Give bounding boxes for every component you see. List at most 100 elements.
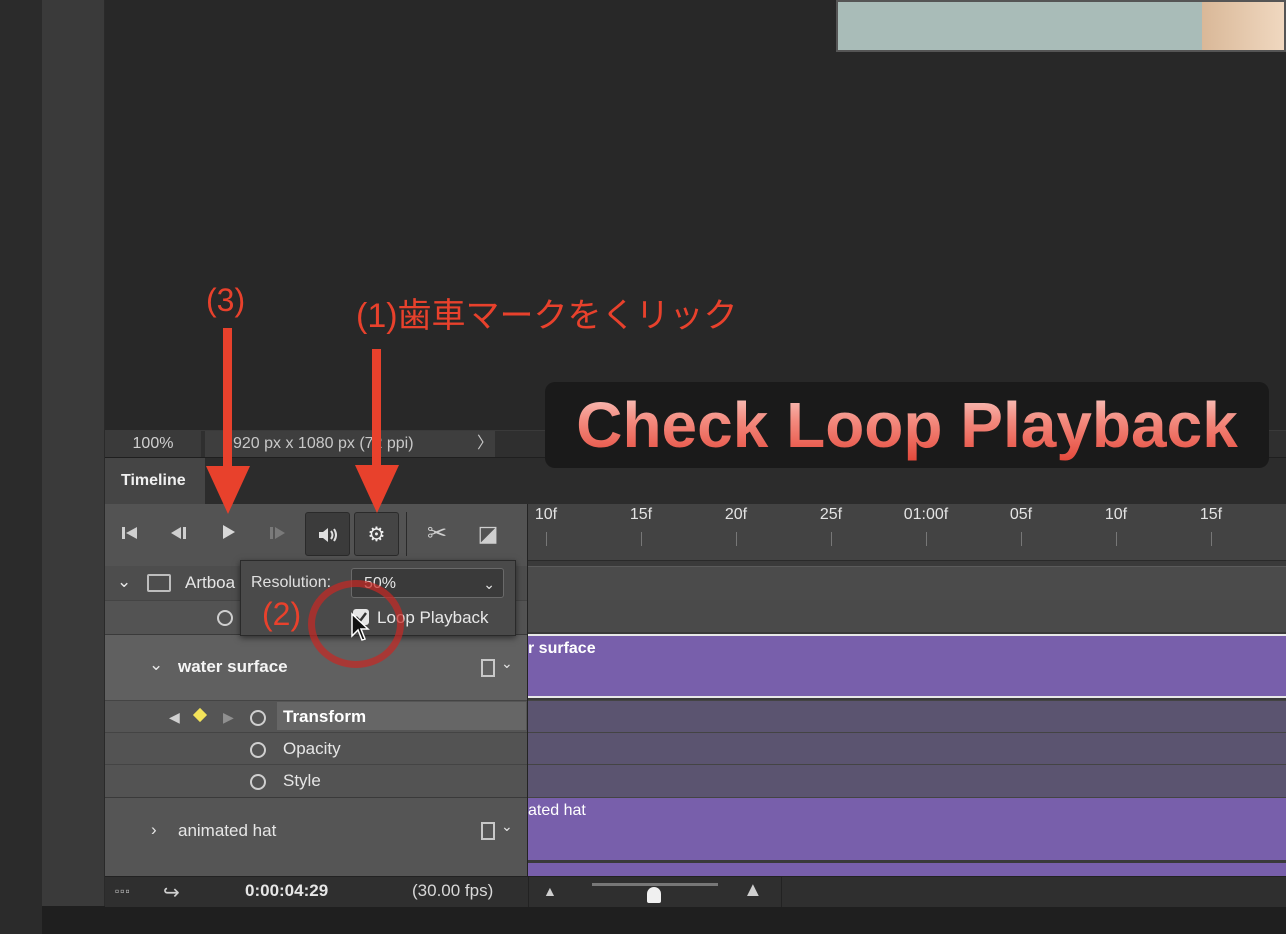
stopwatch-icon[interactable]: [250, 742, 266, 758]
banner-text: Check Loop Playback: [545, 382, 1269, 468]
play-button[interactable]: [212, 512, 244, 556]
footer-divider: [528, 877, 529, 907]
ruler-tick-label: 01:00f: [903, 506, 949, 523]
property-label: Opacity: [283, 739, 341, 758]
film-icon[interactable]: [481, 659, 495, 677]
stopwatch-icon[interactable]: [250, 774, 266, 790]
title-banner: Check Loop Playback: [545, 382, 1269, 468]
stopwatch-icon[interactable]: [217, 610, 233, 626]
artboard-name: Artboa: [185, 573, 236, 592]
zoom-slider-track[interactable]: [592, 883, 718, 886]
settings-button[interactable]: ⚙: [354, 512, 399, 556]
time-ruler[interactable]: 10f 15f 20f 25f 01:00f 05f 10f 15f: [528, 504, 1286, 561]
ruler-tick-line: [546, 532, 547, 546]
ruler-tick-label: 10f: [1104, 506, 1128, 523]
folder-icon: [147, 574, 171, 592]
tab-timeline[interactable]: Timeline: [105, 458, 205, 504]
step2-label: (2): [262, 596, 302, 632]
speaker-icon: [318, 528, 337, 542]
keyframe-diamond-icon[interactable]: [192, 707, 208, 723]
zoom-level[interactable]: 100%: [105, 431, 201, 457]
ruler-tick-label: 10f: [534, 506, 558, 523]
canvas-image: [836, 0, 1286, 52]
ruler-tick-label: 15f: [629, 506, 653, 523]
prev-frame-button[interactable]: [162, 512, 194, 556]
ruler-tick-line: [641, 532, 642, 546]
zoom-in-icon[interactable]: ▲: [743, 879, 763, 902]
ruler-tick-label: 05f: [1009, 506, 1033, 523]
arrow-step3: [223, 328, 232, 468]
property-label: Transform: [283, 707, 367, 726]
frame-rate: (30.00 fps): [412, 881, 494, 900]
step1-label: (1)歯車マークをくリック: [356, 297, 738, 335]
next-keyframe-icon[interactable]: ▶: [223, 709, 234, 726]
clip-animated-hat[interactable]: ated hat: [528, 797, 1286, 860]
ruler-tick-line: [831, 532, 832, 546]
footer-divider: [781, 877, 782, 907]
play-icon: [223, 525, 235, 539]
current-timecode[interactable]: 0:00:04:29: [245, 881, 328, 901]
clip-next: [528, 863, 1286, 876]
clip-water-surface[interactable]: r surface: [528, 634, 1286, 698]
layer-name: water surface: [178, 657, 288, 676]
ruler-tick-line: [1211, 532, 1212, 546]
first-frame-button[interactable]: [114, 512, 146, 556]
panel-divider: [527, 504, 528, 906]
stopwatch-icon[interactable]: [250, 710, 266, 726]
next-frame-icon: [270, 527, 285, 539]
ruler-tick-line: [926, 532, 927, 546]
left-edge: [0, 0, 42, 934]
layer-row-next: [105, 863, 527, 876]
transition-button[interactable]: ◪: [471, 512, 505, 556]
first-frame-icon: [122, 527, 137, 539]
track-opacity: [528, 732, 1286, 765]
ruler-tick-line: [1021, 532, 1022, 546]
frames-icon[interactable]: ▫▫▫: [115, 884, 131, 898]
ruler-tick-line: [1116, 532, 1117, 546]
render-video-icon[interactable]: ↪: [163, 880, 180, 905]
ruler-tick-label: 25f: [819, 506, 843, 523]
ruler-tick-line: [736, 532, 737, 546]
chevron-down-icon[interactable]: ⌄: [501, 655, 513, 672]
property-row-opacity[interactable]: Opacity: [105, 732, 527, 764]
property-row-transform[interactable]: ◀ ▶ Transform: [105, 700, 527, 732]
zoom-slider-handle[interactable]: [647, 887, 661, 903]
collapse-chevron-icon[interactable]: ⌄: [149, 655, 163, 675]
expand-chevron-icon[interactable]: ›: [151, 820, 157, 840]
step3-label: (3): [206, 282, 246, 318]
ruler-tick-label: 15f: [1199, 506, 1223, 523]
zoom-out-icon[interactable]: ▲: [543, 883, 557, 899]
chevron-down-icon[interactable]: ⌄: [501, 818, 513, 835]
arrow-step1: [372, 349, 381, 467]
document-size: 920 px x 1080 px (72 ppi): [205, 431, 495, 457]
clip-label: r surface: [528, 640, 596, 657]
timeline-footer: ▫▫▫ ↪ 0:00:04:29 (30.00 fps) ▲ ▲: [105, 876, 1286, 907]
audio-button[interactable]: [305, 512, 350, 556]
highlight-circle: [308, 580, 404, 668]
gear-icon: ⚙: [367, 524, 386, 546]
next-frame-button[interactable]: [262, 512, 294, 556]
toolbar-divider: [406, 512, 407, 556]
arrow-head-step3: [206, 466, 250, 514]
tools-panel: [42, 0, 105, 906]
status-more-icon[interactable]: 〉: [477, 431, 497, 457]
prev-frame-icon: [171, 527, 186, 539]
track-artboard: [528, 566, 1286, 601]
chevron-down-icon: ⌄: [483, 576, 495, 592]
track-transform: [528, 700, 1286, 733]
canvas-area[interactable]: [105, 0, 1286, 430]
property-row-style[interactable]: Style: [105, 764, 527, 796]
clip-label: ated hat: [528, 802, 586, 819]
layer-row-animated-hat[interactable]: › animated hat ⌄: [105, 797, 527, 863]
split-button[interactable]: ✂: [420, 512, 454, 556]
resolution-label: Resolution:: [251, 574, 332, 591]
arrow-head-step1: [355, 465, 399, 513]
collapse-chevron-icon[interactable]: ⌄: [117, 572, 131, 592]
property-label: Style: [283, 771, 321, 790]
track-artboard-property: [528, 600, 1286, 632]
ruler-tick-label: 20f: [724, 506, 748, 523]
film-icon[interactable]: [481, 822, 495, 840]
prev-keyframe-icon[interactable]: ◀: [169, 709, 180, 726]
transition-icon: ◪: [477, 521, 499, 546]
scissors-icon: ✂: [426, 520, 448, 547]
